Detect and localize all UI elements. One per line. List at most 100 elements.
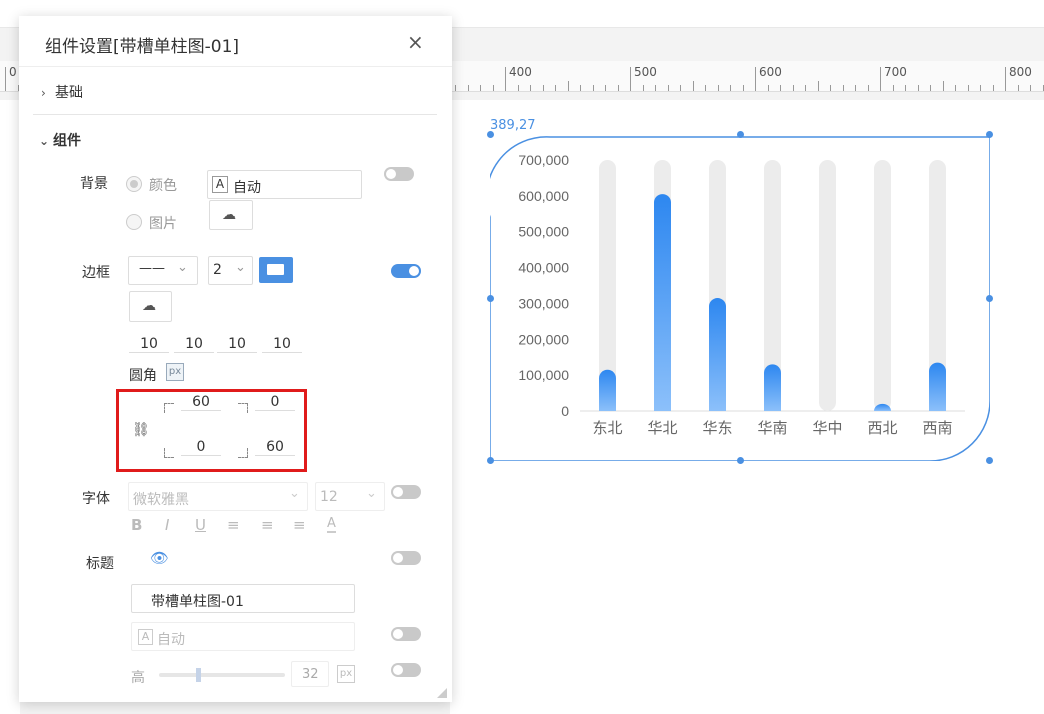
px-unit-badge[interactable]: px xyxy=(337,665,355,683)
bar[interactable] xyxy=(929,362,946,411)
resize-handle-mr[interactable] xyxy=(986,295,993,302)
ruler-label: 600 xyxy=(759,65,782,79)
font-toggle[interactable] xyxy=(391,485,421,499)
panel-resize-grip-icon[interactable] xyxy=(437,688,447,698)
padding-bottom-input[interactable]: 10 xyxy=(217,336,257,353)
border-width-value: 2 xyxy=(213,262,222,278)
radius-label: 圆角 xyxy=(129,368,157,384)
align-left-button[interactable]: ≡ xyxy=(227,516,240,534)
resize-handle-tm[interactable] xyxy=(737,131,744,138)
close-icon[interactable]: × xyxy=(407,30,424,54)
radius-bottom-left-input[interactable]: 0 xyxy=(181,439,221,456)
height-slider-track[interactable] xyxy=(159,668,285,682)
chevron-down-icon: ⌄ xyxy=(289,486,300,501)
corner-top-left-icon xyxy=(164,403,174,413)
padding-top-input[interactable]: 10 xyxy=(129,336,169,353)
eye-icon[interactable]: 👁 xyxy=(150,549,169,567)
border-style-select[interactable]: —— ⌄ xyxy=(128,256,198,285)
component-settings-panel: 组件设置[带槽单柱图-01] × › 基础 ⌄ 组件 背景 颜色 图片 A 自动 ☁… xyxy=(19,16,452,702)
ruler-tick xyxy=(617,85,619,91)
ruler-tick xyxy=(1017,85,1019,91)
bar-track xyxy=(874,160,891,411)
background-toggle[interactable] xyxy=(384,167,414,181)
radio-image[interactable] xyxy=(126,214,142,230)
bar[interactable] xyxy=(709,298,726,411)
resize-handle-bl[interactable] xyxy=(487,457,494,464)
ruler-tick xyxy=(792,85,794,91)
ruler-tick xyxy=(492,85,494,91)
border-label: 边框 xyxy=(82,265,110,281)
title-text-input[interactable]: 带槽单柱图-01 xyxy=(131,584,355,613)
underline-button[interactable]: U xyxy=(195,516,206,534)
bar[interactable] xyxy=(654,194,671,411)
ruler-tick xyxy=(855,85,856,91)
font-family-select[interactable]: 微软雅黑 ⌄ xyxy=(128,482,308,511)
radio-color[interactable] xyxy=(126,176,142,192)
section-component[interactable]: ⌄ 组件 xyxy=(39,130,81,150)
ruler-tick xyxy=(567,81,569,91)
ruler-label: 400 xyxy=(509,65,532,79)
px-unit-badge[interactable]: px xyxy=(166,363,184,381)
border-width-select[interactable]: 2 ⌄ xyxy=(208,256,253,285)
height-toggle[interactable] xyxy=(391,663,421,677)
ruler-tick xyxy=(1005,67,1006,91)
ruler-tick xyxy=(892,85,894,91)
position-readout: 389,27 xyxy=(490,118,536,133)
ruler-tick xyxy=(705,85,706,91)
height-input[interactable]: 32 xyxy=(291,661,329,687)
bar[interactable] xyxy=(599,369,616,411)
title-color-value: 自动 xyxy=(157,632,185,648)
border-style-value: —— xyxy=(139,261,165,276)
chevron-down-icon: ⌄ xyxy=(39,134,50,148)
padding-left-input[interactable]: 10 xyxy=(262,336,302,353)
resize-handle-ml[interactable] xyxy=(487,295,494,302)
resize-handle-tr[interactable] xyxy=(986,131,993,138)
bg-image-upload-button[interactable]: ☁ xyxy=(209,200,253,230)
align-right-button[interactable]: ≡ xyxy=(293,516,306,534)
border-color-swatch[interactable] xyxy=(259,257,293,283)
bg-color-picker[interactable]: A 自动 xyxy=(207,170,362,199)
bar-track xyxy=(819,160,836,411)
ruler-tick xyxy=(755,67,756,91)
radius-bottom-right-input[interactable]: 60 xyxy=(255,439,295,456)
height-slider-handle[interactable] xyxy=(196,668,201,682)
italic-button[interactable]: I xyxy=(165,516,169,534)
link-chain-icon[interactable]: ⛓ xyxy=(132,422,150,438)
title-color-picker[interactable]: A 自动 xyxy=(131,622,355,651)
bar[interactable] xyxy=(764,364,781,411)
padding-right-input[interactable]: 10 xyxy=(174,336,214,353)
ruler-tick xyxy=(905,85,906,91)
ruler-tick xyxy=(967,85,969,91)
radio-image-label: 图片 xyxy=(149,216,177,232)
x-category-label: 东北 xyxy=(592,419,622,437)
radius-top-left-input[interactable]: 60 xyxy=(181,394,221,411)
corner-top-right-icon xyxy=(238,403,248,413)
ruler-tick xyxy=(467,85,469,91)
bg-color-value: 自动 xyxy=(233,180,261,196)
x-category-label: 西北 xyxy=(867,419,897,437)
font-color-button[interactable]: A xyxy=(327,516,336,533)
align-center-button[interactable]: ≡ xyxy=(261,516,274,534)
font-size-select[interactable]: 12 ⌄ xyxy=(315,482,385,511)
ruler-tick xyxy=(592,85,594,91)
chevron-down-icon: ⌄ xyxy=(177,260,188,275)
bold-button[interactable]: B xyxy=(131,516,142,534)
ruler-tick xyxy=(655,85,656,91)
border-toggle[interactable] xyxy=(391,264,421,278)
border-image-upload-button[interactable]: ☁ xyxy=(129,291,172,322)
resize-handle-tl[interactable] xyxy=(487,131,494,138)
title-toggle[interactable] xyxy=(391,551,421,565)
chart-widget[interactable]: 0 100,000 200,000 300,000 400,000 500,000 600,… xyxy=(490,135,990,461)
rectangle-icon xyxy=(267,264,284,275)
ruler-tick xyxy=(805,85,806,91)
resize-handle-bm[interactable] xyxy=(737,457,744,464)
ruler-tick xyxy=(630,67,631,91)
radius-top-right-input[interactable]: 0 xyxy=(255,394,295,411)
resize-handle-br[interactable] xyxy=(986,457,993,464)
height-value: 32 xyxy=(302,667,319,682)
ruler-tick xyxy=(830,85,831,91)
ruler-tick xyxy=(742,85,744,91)
title-color-toggle[interactable] xyxy=(391,627,421,641)
section-basic[interactable]: › 基础 xyxy=(41,82,83,102)
ruler-tick xyxy=(930,85,931,91)
